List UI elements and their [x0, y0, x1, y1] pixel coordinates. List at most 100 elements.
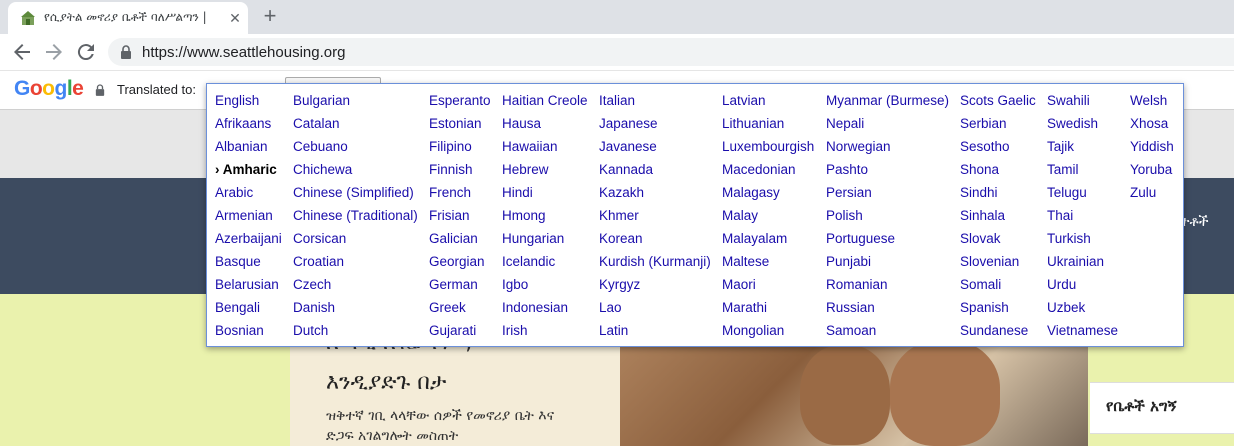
language-option[interactable]: Sindhi — [960, 182, 1036, 205]
language-option[interactable]: Finnish — [429, 159, 491, 182]
language-option[interactable]: Corsican — [293, 228, 418, 251]
language-option[interactable]: Lithuanian — [722, 113, 814, 136]
language-option[interactable]: Croatian — [293, 251, 418, 274]
language-option[interactable]: Igbo — [502, 274, 588, 297]
language-option[interactable]: Malagasy — [722, 182, 814, 205]
language-option[interactable]: Macedonian — [722, 159, 814, 182]
language-option[interactable]: Haitian Creole — [502, 90, 588, 113]
language-option[interactable]: Kannada — [599, 159, 711, 182]
language-option[interactable]: Icelandic — [502, 251, 588, 274]
language-option[interactable]: Irish — [502, 320, 588, 343]
header-nav-item[interactable]: ተቶች — [1180, 214, 1209, 230]
language-option[interactable]: Latin — [599, 320, 711, 343]
language-option[interactable]: Russian — [826, 297, 949, 320]
language-option[interactable]: Bulgarian — [293, 90, 418, 113]
language-option[interactable]: Hawaiian — [502, 136, 588, 159]
language-option[interactable]: Hindi — [502, 182, 588, 205]
language-option[interactable]: Arabic — [215, 182, 282, 205]
language-option[interactable]: Czech — [293, 274, 418, 297]
language-option[interactable]: Romanian — [826, 274, 949, 297]
language-option[interactable]: Urdu — [1047, 274, 1118, 297]
language-option[interactable]: Zulu — [1130, 182, 1174, 205]
language-option[interactable]: Mongolian — [722, 320, 814, 343]
language-option[interactable]: Georgian — [429, 251, 491, 274]
language-option[interactable]: Afrikaans — [215, 113, 282, 136]
language-option[interactable]: Nepali — [826, 113, 949, 136]
language-option[interactable]: Latvian — [722, 90, 814, 113]
language-option[interactable]: Maltese — [722, 251, 814, 274]
close-icon[interactable]: ✕ — [226, 9, 244, 27]
language-option[interactable]: Bengali — [215, 297, 282, 320]
forward-arrow-icon[interactable] — [42, 40, 66, 64]
language-option[interactable]: Sundanese — [960, 320, 1036, 343]
language-option[interactable]: Welsh — [1130, 90, 1174, 113]
language-option[interactable]: Hungarian — [502, 228, 588, 251]
language-option[interactable]: Malay — [722, 205, 814, 228]
language-option[interactable]: Yiddish — [1130, 136, 1174, 159]
language-option[interactable]: Hausa — [502, 113, 588, 136]
back-arrow-icon[interactable] — [10, 40, 34, 64]
language-option[interactable]: Shona — [960, 159, 1036, 182]
find-housing-panel[interactable]: የቤቶች አግኝ — [1090, 382, 1234, 434]
language-option[interactable]: English — [215, 90, 282, 113]
language-option[interactable]: Scots Gaelic — [960, 90, 1036, 113]
language-option[interactable]: Indonesian — [502, 297, 588, 320]
language-option[interactable]: Amharic — [215, 159, 282, 182]
language-option[interactable]: Albanian — [215, 136, 282, 159]
language-option[interactable]: Uzbek — [1047, 297, 1118, 320]
language-option[interactable]: Tamil — [1047, 159, 1118, 182]
language-option[interactable]: Ukrainian — [1047, 251, 1118, 274]
language-option[interactable]: German — [429, 274, 491, 297]
language-option[interactable]: Portuguese — [826, 228, 949, 251]
language-option[interactable]: Gujarati — [429, 320, 491, 343]
language-option[interactable]: Esperanto — [429, 90, 491, 113]
language-option[interactable]: Sesotho — [960, 136, 1036, 159]
language-option[interactable]: Luxembourgish — [722, 136, 814, 159]
language-option[interactable]: Dutch — [293, 320, 418, 343]
language-option[interactable]: Danish — [293, 297, 418, 320]
language-option[interactable]: Maori — [722, 274, 814, 297]
language-option[interactable]: Italian — [599, 90, 711, 113]
language-option[interactable]: Malayalam — [722, 228, 814, 251]
language-option[interactable]: Kyrgyz — [599, 274, 711, 297]
language-option[interactable]: Hebrew — [502, 159, 588, 182]
language-option[interactable]: Estonian — [429, 113, 491, 136]
language-option[interactable]: Chichewa — [293, 159, 418, 182]
plus-icon[interactable]: + — [258, 4, 282, 28]
language-option[interactable]: Sinhala — [960, 205, 1036, 228]
language-option[interactable]: Filipino — [429, 136, 491, 159]
language-option[interactable]: Kurdish (Kurmanji) — [599, 251, 711, 274]
language-option[interactable]: Basque — [215, 251, 282, 274]
browser-tab[interactable]: የሲያትል መኖሪያ ቤቶች ባለሥልጣን | ✕ — [8, 2, 248, 34]
language-option[interactable]: Somali — [960, 274, 1036, 297]
language-option[interactable]: Swahili — [1047, 90, 1118, 113]
language-option[interactable]: Japanese — [599, 113, 711, 136]
language-option[interactable]: Xhosa — [1130, 113, 1174, 136]
language-option[interactable]: Norwegian — [826, 136, 949, 159]
language-option[interactable]: Turkish — [1047, 228, 1118, 251]
language-option[interactable]: Vietnamese — [1047, 320, 1118, 343]
language-option[interactable]: Javanese — [599, 136, 711, 159]
language-option[interactable]: Hmong — [502, 205, 588, 228]
reload-icon[interactable] — [74, 40, 98, 64]
language-option[interactable]: Serbian — [960, 113, 1036, 136]
language-option[interactable]: Slovenian — [960, 251, 1036, 274]
language-option[interactable]: Armenian — [215, 205, 282, 228]
language-option[interactable]: Telugu — [1047, 182, 1118, 205]
language-option[interactable]: Frisian — [429, 205, 491, 228]
language-option[interactable]: Polish — [826, 205, 949, 228]
language-option[interactable]: Galician — [429, 228, 491, 251]
language-option[interactable]: Myanmar (Burmese) — [826, 90, 949, 113]
language-option[interactable]: French — [429, 182, 491, 205]
language-option[interactable]: Thai — [1047, 205, 1118, 228]
language-option[interactable]: Marathi — [722, 297, 814, 320]
language-option[interactable]: Slovak — [960, 228, 1036, 251]
language-option[interactable]: Yoruba — [1130, 159, 1174, 182]
language-option[interactable]: Korean — [599, 228, 711, 251]
language-option[interactable]: Samoan — [826, 320, 949, 343]
language-option[interactable]: Spanish — [960, 297, 1036, 320]
language-option[interactable]: Swedish — [1047, 113, 1118, 136]
language-option[interactable]: Catalan — [293, 113, 418, 136]
language-option[interactable]: Punjabi — [826, 251, 949, 274]
language-option[interactable]: Khmer — [599, 205, 711, 228]
